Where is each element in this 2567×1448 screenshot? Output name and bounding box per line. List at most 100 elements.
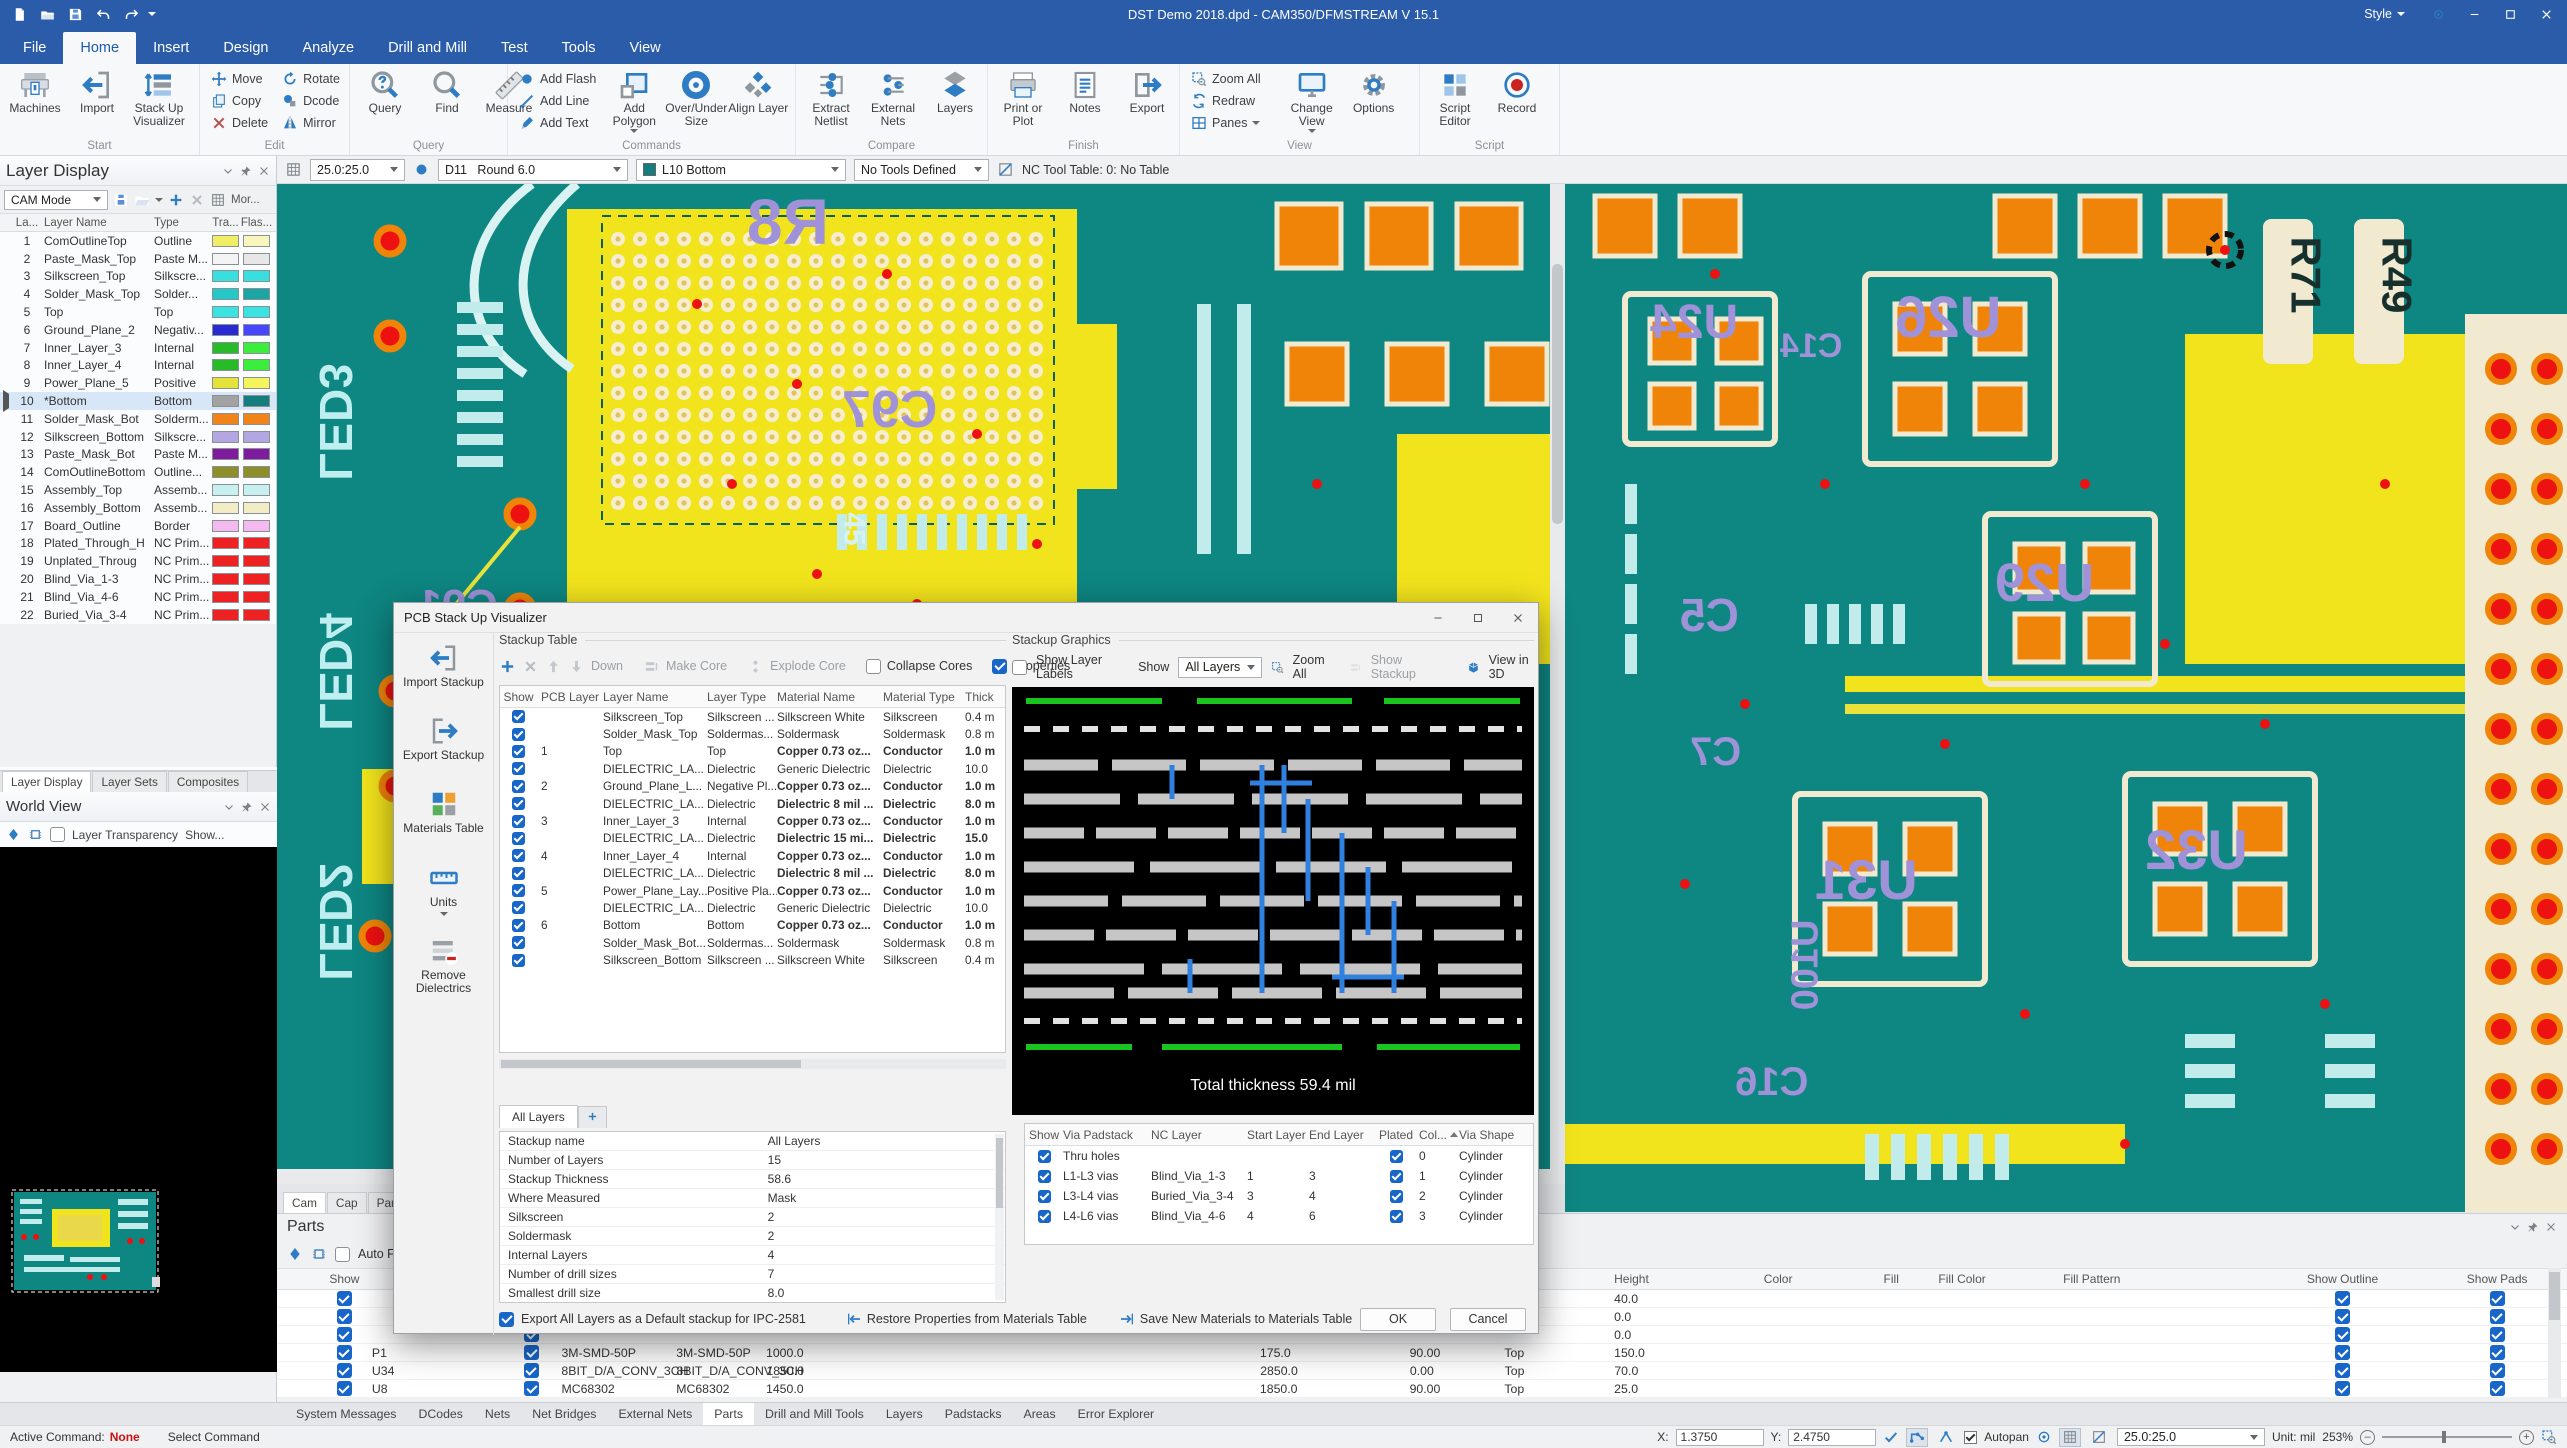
layer-row[interactable]: 6 Ground_Plane_2 Negativ... xyxy=(0,321,276,339)
layer-row[interactable]: 7 Inner_Layer_3 Internal xyxy=(0,339,276,357)
more-label[interactable]: Mor... xyxy=(231,194,260,206)
pan-mode-icon[interactable] xyxy=(28,827,43,842)
via-visible-checkbox[interactable] xyxy=(1038,1210,1051,1223)
layer-row[interactable]: 20 Blind_Via_1-3 NC Prim... xyxy=(0,570,276,588)
cancel-button[interactable]: Cancel xyxy=(1450,1308,1526,1331)
quick-access-customize-icon[interactable] xyxy=(148,12,156,16)
flashes-color-swatch[interactable] xyxy=(243,342,270,354)
show-label[interactable]: Show... xyxy=(185,828,224,842)
dock-tab[interactable]: Layers xyxy=(875,1403,934,1425)
dock-tab[interactable]: Drill and Mill Tools xyxy=(754,1403,875,1425)
add-layer-icon[interactable] xyxy=(499,658,516,675)
flashes-color-swatch[interactable] xyxy=(243,591,270,603)
active-layer-select[interactable]: L10 Bottom xyxy=(636,159,846,181)
layer-row[interactable]: 4 Solder_Mask_Top Solder... xyxy=(0,285,276,303)
sidebar-button[interactable]: Remove Dielectrics xyxy=(394,926,493,1012)
layer-row[interactable]: 11 Solder_Mask_Bot Solderm... xyxy=(0,410,276,428)
apply-coordinates-icon[interactable] xyxy=(1883,1429,1899,1445)
traces-color-swatch[interactable] xyxy=(212,573,239,585)
flashes-color-swatch[interactable] xyxy=(243,466,270,478)
properties-checkbox[interactable] xyxy=(992,659,1007,674)
layer-row[interactable]: 17 Board_Outline Border xyxy=(0,517,276,535)
traces-color-swatch[interactable] xyxy=(212,537,239,549)
ribbon-tab[interactable]: Insert xyxy=(136,32,206,64)
layer-visible-checkbox[interactable] xyxy=(512,745,525,758)
show-outline-checkbox[interactable] xyxy=(2335,1309,2350,1324)
show-pads-checkbox[interactable] xyxy=(2490,1327,2505,1342)
show-stackup-label[interactable]: Show Stackup xyxy=(1371,653,1432,681)
layer-transparency-checkbox[interactable] xyxy=(50,827,65,842)
show-outline-checkbox[interactable] xyxy=(2335,1381,2350,1396)
ribbon-button[interactable]: Add Polygon xyxy=(603,66,665,133)
pin-icon[interactable] xyxy=(240,165,252,177)
flashes-color-swatch[interactable] xyxy=(243,448,270,460)
show-checkbox[interactable] xyxy=(337,1327,352,1342)
chevron-down-icon[interactable] xyxy=(155,198,163,202)
flashes-color-swatch[interactable] xyxy=(243,609,270,621)
make-core-label[interactable]: Make Core xyxy=(666,659,727,673)
export-ipc2581-checkbox[interactable] xyxy=(499,1312,514,1327)
show-checkbox[interactable] xyxy=(337,1345,352,1360)
close-button[interactable] xyxy=(2529,2,2563,26)
layer-row[interactable]: 3 Silkscreen_Top Silkscre... xyxy=(0,268,276,286)
ribbon-button[interactable]: Add Flash xyxy=(512,68,603,90)
traces-color-swatch[interactable] xyxy=(212,270,239,282)
traces-color-swatch[interactable] xyxy=(212,342,239,354)
dialog-titlebar[interactable]: PCB Stack Up Visualizer xyxy=(394,603,1538,633)
redo-button[interactable] xyxy=(120,4,142,24)
package-icon[interactable] xyxy=(311,1246,327,1262)
dock-tab[interactable]: Padstacks xyxy=(934,1403,1013,1425)
stackup-row[interactable]: 4 Inner_Layer_4 Internal Copper 0.73 oz.… xyxy=(500,847,1005,864)
dock-tab[interactable]: External Nets xyxy=(607,1403,703,1425)
ribbon-button[interactable]: Redraw xyxy=(1184,90,1281,112)
sidebar-button[interactable]: Import Stackup xyxy=(394,633,493,706)
ribbon-button[interactable]: Machines xyxy=(4,66,66,128)
ribbon-button[interactable]: Rotate xyxy=(275,68,347,90)
ribbon-button[interactable]: Query xyxy=(354,66,416,115)
sidebar-button[interactable]: Materials Table xyxy=(394,779,493,852)
origin-icon[interactable] xyxy=(2036,1429,2052,1445)
save-materials-button[interactable]: Save New Materials to Materials Table xyxy=(1140,1312,1352,1326)
ribbon-button[interactable]: Extract Netlist xyxy=(800,66,862,128)
traces-color-swatch[interactable] xyxy=(212,609,239,621)
restore-properties-button[interactable]: Restore Properties from Materials Table xyxy=(867,1312,1087,1326)
layer-row[interactable]: 8 Inner_Layer_4 Internal xyxy=(0,357,276,375)
close-icon[interactable] xyxy=(2545,1221,2557,1233)
layer-row[interactable]: 18 Plated_Through_H NC Prim... xyxy=(0,535,276,553)
layer-visible-checkbox[interactable] xyxy=(512,797,525,810)
ribbon-button[interactable]: Dcode xyxy=(275,90,347,112)
style-dropdown[interactable]: Style xyxy=(2364,7,2405,21)
ribbon-button[interactable]: Delete xyxy=(204,112,275,134)
plated-checkbox[interactable] xyxy=(1390,1170,1403,1183)
stackup-row[interactable]: 6 Bottom Bottom Copper 0.73 oz... Conduc… xyxy=(500,917,1005,934)
traces-color-swatch[interactable] xyxy=(212,377,239,389)
via-row[interactable]: L4-L6 vias Blind_Via_4-6 4 6 3 Cylinder xyxy=(1025,1206,1533,1226)
ribbon-button[interactable]: Find xyxy=(416,66,478,115)
zoom-out-button[interactable]: – xyxy=(2360,1430,2375,1445)
layer-row[interactable]: 16 Assembly_Bottom Assemb... xyxy=(0,499,276,517)
traces-color-swatch[interactable] xyxy=(212,306,239,318)
ribbon-button[interactable]: Stack Up Visualizer xyxy=(128,66,190,128)
open-folder-icon[interactable] xyxy=(134,192,150,208)
add-stackup-tab[interactable] xyxy=(578,1106,607,1128)
layer-visible-checkbox[interactable] xyxy=(512,867,525,880)
show-checkbox[interactable] xyxy=(337,1291,352,1306)
stackup-row[interactable]: DIELECTRIC_LA... Dielectric Generic Diel… xyxy=(500,760,1005,777)
sort-ascending-icon[interactable] xyxy=(1450,1132,1458,1137)
dock-tab[interactable]: Error Explorer xyxy=(1067,1403,1166,1425)
ribbon-button[interactable]: Panes xyxy=(1184,112,1281,134)
ribbon-tab[interactable]: Tools xyxy=(545,32,613,64)
flashes-color-swatch[interactable] xyxy=(243,520,270,532)
delete-layer-icon[interactable] xyxy=(522,658,539,675)
minimize-button[interactable] xyxy=(2457,2,2491,26)
show-outline-checkbox[interactable] xyxy=(2335,1291,2350,1306)
delete-icon[interactable] xyxy=(189,192,205,208)
ribbon-button[interactable]: Move xyxy=(204,68,275,90)
grid-spacing-select[interactable]: 25.0:25.0 xyxy=(2117,1428,2265,1446)
layer-row[interactable]: 2 Paste_Mask_Top Paste M... xyxy=(0,250,276,268)
traces-color-swatch[interactable] xyxy=(212,413,239,425)
select-checkbox[interactable] xyxy=(524,1381,539,1396)
layer-row[interactable]: 14 ComOutlineBottom Outline... xyxy=(0,463,276,481)
stackup-row[interactable]: 1 Top Top Copper 0.73 oz... Conductor 1.… xyxy=(500,743,1005,760)
flashes-color-swatch[interactable] xyxy=(243,324,270,336)
